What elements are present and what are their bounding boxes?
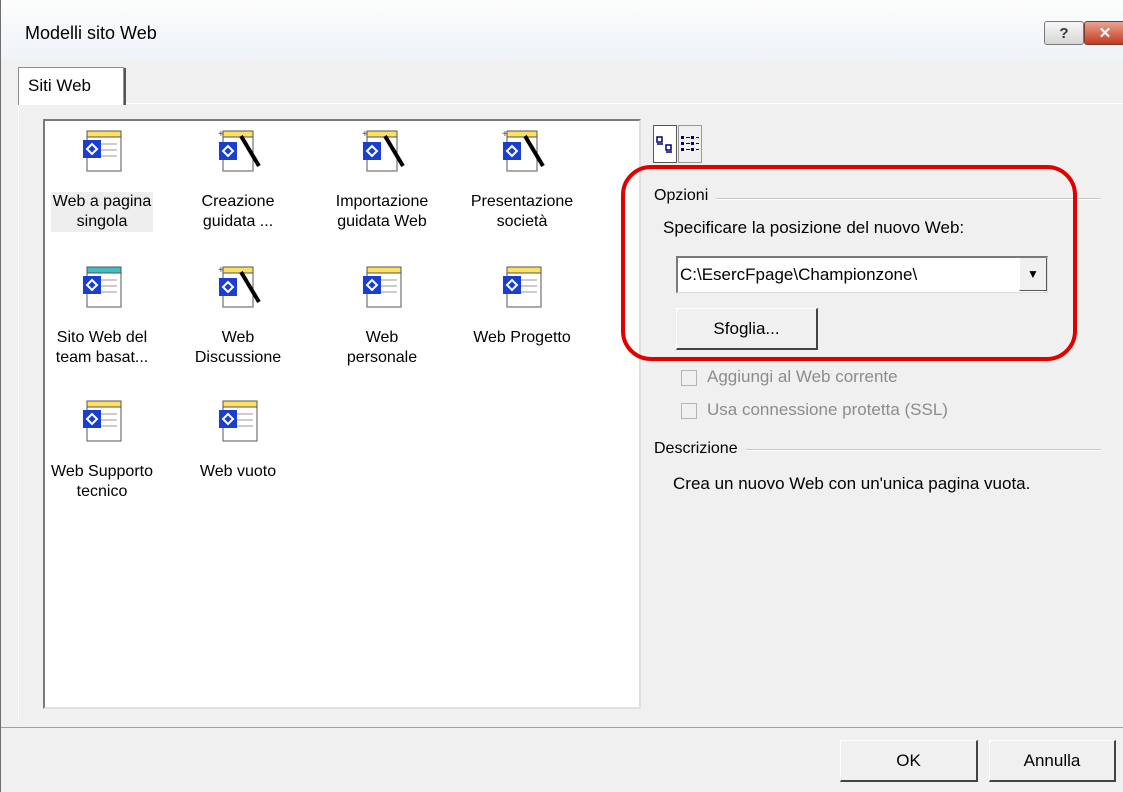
template-label: Importazione guidata Web [335,193,429,230]
svg-text:+: + [218,265,224,276]
page-icon [499,264,545,310]
add-to-current-checkbox[interactable] [681,370,697,386]
template-label: Web personale [346,329,418,366]
wizard-icon: + [499,128,545,174]
description-group-label: Descrizione [654,440,746,458]
template-item-presentazione-societa[interactable]: + Presentazione società [457,128,587,232]
page-icon [79,128,125,174]
dialog-window: Modelli sito Web ? ✕ Siti Web Web a pagi… [0,0,1123,792]
template-item-web-supporto-tecnico[interactable]: Web Supporto tecnico [37,398,167,502]
wizard-icon: + [359,128,405,174]
template-item-web-vuoto[interactable]: Web vuoto [173,398,303,482]
tab-siti-web[interactable]: Siti Web [18,67,126,105]
large-icons-view-icon[interactable] [653,125,677,163]
title-bar: Modelli sito Web ? ✕ [1,0,1123,60]
svg-text:+: + [218,129,224,140]
team-page-icon [79,264,125,310]
svg-text:+: + [502,129,508,140]
tab-label: Siti Web [28,76,91,95]
template-item-sito-web-team[interactable]: Sito Web del team basat... [37,264,167,368]
wizard-icon: + [215,264,261,310]
template-label: Web vuoto [199,463,277,480]
highlight-annotation [621,165,1077,361]
templates-list[interactable]: Web a pagina singola + Creazione guidata .… [43,119,641,709]
ssl-checkbox[interactable] [681,403,697,419]
template-label: Presentazione società [470,193,574,230]
template-label: Web Progetto [473,329,571,346]
close-button[interactable]: ✕ [1084,21,1123,45]
template-item-web-discussione[interactable]: + Web Discussione [173,264,303,368]
page-icon [215,398,261,444]
template-label: Creazione guidata ... [201,193,275,230]
svg-text:+: + [362,129,368,140]
template-label: Web Discussione [194,329,282,366]
page-icon [79,398,125,444]
template-item-web-progetto[interactable]: Web Progetto [457,264,587,348]
template-item-creazione-guidata[interactable]: + Creazione guidata ... [173,128,303,232]
ssl-label: Usa connessione protetta (SSL) [707,400,948,419]
description-text: Crea un nuovo Web con un'unica pagina vu… [673,474,1031,493]
window-title: Modelli sito Web [25,23,157,43]
template-label: Web a pagina singola [50,192,154,232]
template-label: Sito Web del team basat... [55,329,149,366]
template-label: Web Supporto tecnico [51,463,153,500]
help-button[interactable]: ? [1044,21,1084,45]
list-view-icon[interactable] [678,125,702,163]
template-item-web-pagina-singola[interactable]: Web a pagina singola [37,128,167,232]
ok-button[interactable]: OK [840,740,978,782]
template-item-importazione-guidata[interactable]: + Importazione guidata Web [317,128,447,232]
page-icon [359,264,405,310]
wizard-icon: + [215,128,261,174]
template-item-web-personale[interactable]: Web personale [317,264,447,368]
cancel-button[interactable]: Annulla [989,740,1116,782]
footer-separator [1,727,1123,728]
add-to-current-label: Aggiungi al Web corrente [707,367,898,386]
